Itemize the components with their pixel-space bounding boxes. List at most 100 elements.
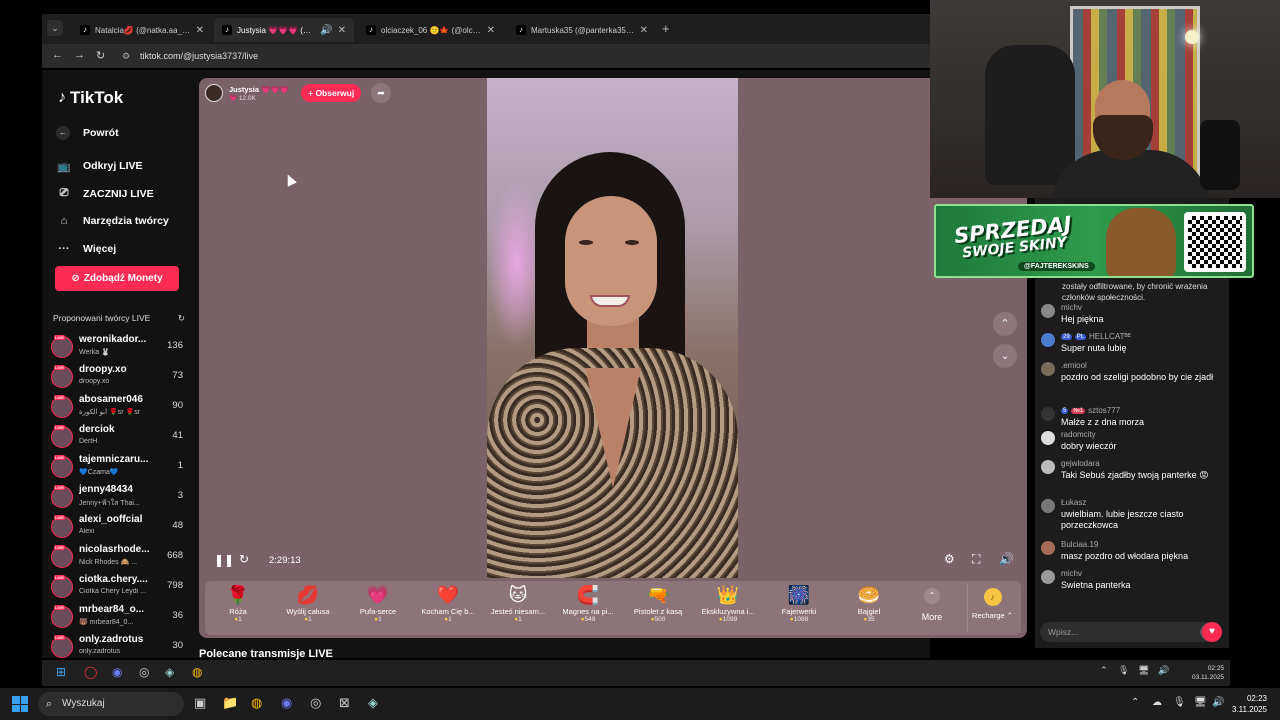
host-name[interactable]: Justysia 💗💗💗	[229, 85, 289, 94]
chat-username[interactable]: sztos777	[1088, 406, 1120, 415]
volume-icon[interactable]: 🔊	[1158, 665, 1169, 676]
chrome-icon[interactable]: ◍	[192, 665, 202, 679]
creator-list-item[interactable]: LIVE weronikador... Werka 🐰 136	[51, 333, 183, 363]
obs-icon[interactable]: ◎	[310, 695, 321, 711]
chat-username[interactable]: Łukasz	[1061, 498, 1086, 507]
creator-list-item[interactable]: LIVE tajemniczaru... 💙Czama💙 1	[51, 453, 183, 483]
tiktok-logo[interactable]: ♪ TikTok	[58, 88, 123, 108]
site-info-icon[interactable]: ⚙	[122, 47, 130, 65]
chat-username[interactable]: Bulciaa.19	[1061, 540, 1098, 549]
heart-like-button[interactable]: ♥	[1202, 622, 1222, 642]
close-tab-icon[interactable]: ✕	[338, 25, 346, 36]
more-gifts-button[interactable]: ⌃ More	[914, 585, 950, 622]
creator-list-item[interactable]: LIVE abosamer046 ابو الكورة 🌹sr 🌹sr 90	[51, 393, 183, 423]
chrome-icon[interactable]: ◍	[251, 695, 262, 711]
task-view-icon[interactable]: ▣	[194, 695, 206, 711]
chat-username[interactable]: michv	[1061, 303, 1082, 312]
back-arrow-icon[interactable]: ←	[52, 49, 63, 61]
gift-item[interactable]: 🌹 Róża ●1	[205, 583, 271, 623]
creator-list-item[interactable]: LIVE only.zadrotus only.zadrotus 30	[51, 633, 183, 663]
close-tab-icon[interactable]: ✕	[487, 25, 495, 36]
speaker-icon[interactable]: 🔊	[320, 25, 332, 36]
tray-chevron-icon[interactable]: ⌃	[1100, 665, 1108, 676]
host-avatar[interactable]	[205, 84, 223, 102]
windows-start-icon[interactable]	[12, 696, 28, 712]
chat-username[interactable]: .emiool	[1061, 361, 1087, 370]
file-explorer-icon[interactable]: 📁	[222, 695, 238, 711]
xbox-icon[interactable]: ⊠	[339, 695, 350, 711]
previous-live-button[interactable]: ⌃	[993, 312, 1017, 336]
discord-icon[interactable]: ◉	[281, 695, 292, 711]
creator-list-item[interactable]: LIVE derciok DertH 41	[51, 423, 183, 453]
chat-username[interactable]: radomcity	[1061, 430, 1096, 439]
browser-tab[interactable]: ♪ Martuska35 (@panterka355) pr ✕	[508, 18, 656, 42]
forward-arrow-icon[interactable]: →	[74, 49, 85, 61]
live-player[interactable]: Justysia 💗💗💗 💗 12.0K + Obserwuj ➦ ⌃ ⌄ ❚❚…	[199, 78, 1027, 638]
chat-username[interactable]: michv	[1061, 569, 1082, 578]
obs-icon[interactable]: ◎	[139, 665, 149, 679]
close-tab-icon[interactable]: ✕	[196, 25, 204, 36]
creator-list-item[interactable]: LIVE alexi_ooffcial Alexi 48	[51, 513, 183, 543]
taskbar-clock[interactable]: 02:23 3.11.2025	[1232, 693, 1267, 715]
creator-list-item[interactable]: LIVE ciotka.chery.... Ciotka Chery Leydi .…	[51, 573, 183, 603]
recharge-button[interactable]: ♪ Recharge ⌃	[967, 583, 1017, 633]
reload-icon[interactable]: ↻	[96, 49, 105, 62]
opera-gx-icon[interactable]: ◯	[84, 665, 97, 679]
sidebar-item-more[interactable]: ··· Więcej	[56, 235, 169, 263]
settings-gear-icon[interactable]: ⚙	[944, 552, 955, 566]
gift-item[interactable]: 💗 Pufa-serce ●1	[345, 583, 411, 623]
captured-clock[interactable]: 02:25 03.11.2025	[1192, 664, 1224, 682]
browser-tab[interactable]: ♪ olciaczek_06 🙂🍁 (@olciacze ✕	[358, 18, 503, 42]
share-icon[interactable]: ➦	[371, 83, 392, 103]
tray-chevron-icon[interactable]: ⌃	[1131, 697, 1139, 708]
chat-username[interactable]: HELLCATᴮᴱ	[1089, 332, 1131, 341]
gift-item[interactable]: 💋 Wyślij całusa ●1	[275, 583, 341, 623]
windows-start-icon[interactable]: ⊞	[56, 665, 66, 679]
steam-icon[interactable]: ◈	[165, 665, 174, 679]
sidebar-item-discover-live[interactable]: 📺 Odkryj LIVE	[56, 153, 169, 181]
pause-icon[interactable]: ❚❚	[214, 553, 234, 567]
new-tab-button[interactable]: +	[662, 21, 670, 36]
taskbar-search-input[interactable]: ⌕ Wyszukaj	[38, 692, 184, 716]
steam-icon[interactable]: ◈	[368, 695, 378, 711]
volume-icon[interactable]: 🔊	[999, 552, 1014, 566]
gift-item[interactable]: 🧲 Magnes na pi... ●549	[555, 583, 621, 623]
gift-item[interactable]: ❤️ Kocham Cię b... ●1	[415, 583, 481, 623]
chat-username[interactable]: gejwlodara	[1061, 459, 1100, 468]
creator-list-item[interactable]: LIVE nicolasrhode... Nick Rhodes 🙈 ... 668	[51, 543, 183, 573]
chat-input[interactable]: Wpisz... ☺	[1040, 622, 1220, 642]
network-icon[interactable]: 🖥	[1194, 697, 1207, 708]
next-live-button[interactable]: ⌄	[993, 344, 1017, 368]
creator-viewer-count: 668	[167, 550, 183, 561]
live-video[interactable]	[487, 78, 738, 578]
gift-item[interactable]: 🔫 Pistolet z kasą ●500	[625, 583, 691, 623]
volume-icon[interactable]: 🔊	[1212, 697, 1224, 708]
fullscreen-icon[interactable]: ⛶	[972, 552, 980, 567]
creator-list-item[interactable]: LIVE droopy.xo droopy.xo 73	[51, 363, 183, 393]
sidebar-item-creator-tools[interactable]: ⌂ Narzędzia twórcy	[56, 208, 169, 236]
network-icon[interactable]: 🖥	[1138, 665, 1149, 676]
browser-tab[interactable]: ♪ Natalcia💋 (@natka.aa_) prow ✕	[72, 18, 212, 42]
back-link[interactable]: ← Powrót	[56, 119, 169, 147]
microphone-icon[interactable]: 🎙	[1173, 697, 1186, 708]
close-tab-icon[interactable]: ✕	[640, 25, 648, 36]
browser-tab-active[interactable]: ♪ Justysia 💗💗💗 (@justysi 🔊 ✕	[214, 18, 354, 42]
creator-list-item[interactable]: LIVE mrbear84_o... 🐻 mrbear84_0... 36	[51, 603, 183, 633]
gift-item[interactable]: 🥯 Bajgiel ●35	[836, 583, 902, 623]
url-input[interactable]: ⚙ tiktok.com/@justysia3737/live	[118, 47, 930, 65]
gift-item[interactable]: 👑 Ekskluzywna i... ●1099	[695, 583, 761, 623]
refresh-icon[interactable]: ↻	[178, 313, 185, 324]
microphone-icon[interactable]: 🎙	[1118, 665, 1129, 676]
gift-icon: 🌹	[226, 585, 250, 605]
discord-icon[interactable]: ◉	[112, 665, 122, 679]
gift-item[interactable]: 🐱 Jesteś niesam... ●1	[485, 583, 551, 623]
get-coins-button[interactable]: ⊘ Zdobądź Monety	[55, 266, 179, 291]
gift-item[interactable]: 🎆 Fajerwerki ●1088	[766, 583, 832, 623]
creator-viewer-count: 41	[172, 430, 183, 441]
refresh-icon[interactable]: ↻	[239, 552, 249, 566]
follow-button[interactable]: + Obserwuj	[301, 84, 362, 102]
sidebar-item-start-live[interactable]: ⎚ ZACZNIJ LIVE	[56, 180, 169, 208]
onedrive-icon[interactable]: ☁	[1152, 697, 1162, 708]
creator-list-item[interactable]: LIVE jenny48434 Jenny+ฟ้าใส Thai... 3	[51, 483, 183, 513]
tab-list-button[interactable]: ⌄	[47, 20, 63, 36]
